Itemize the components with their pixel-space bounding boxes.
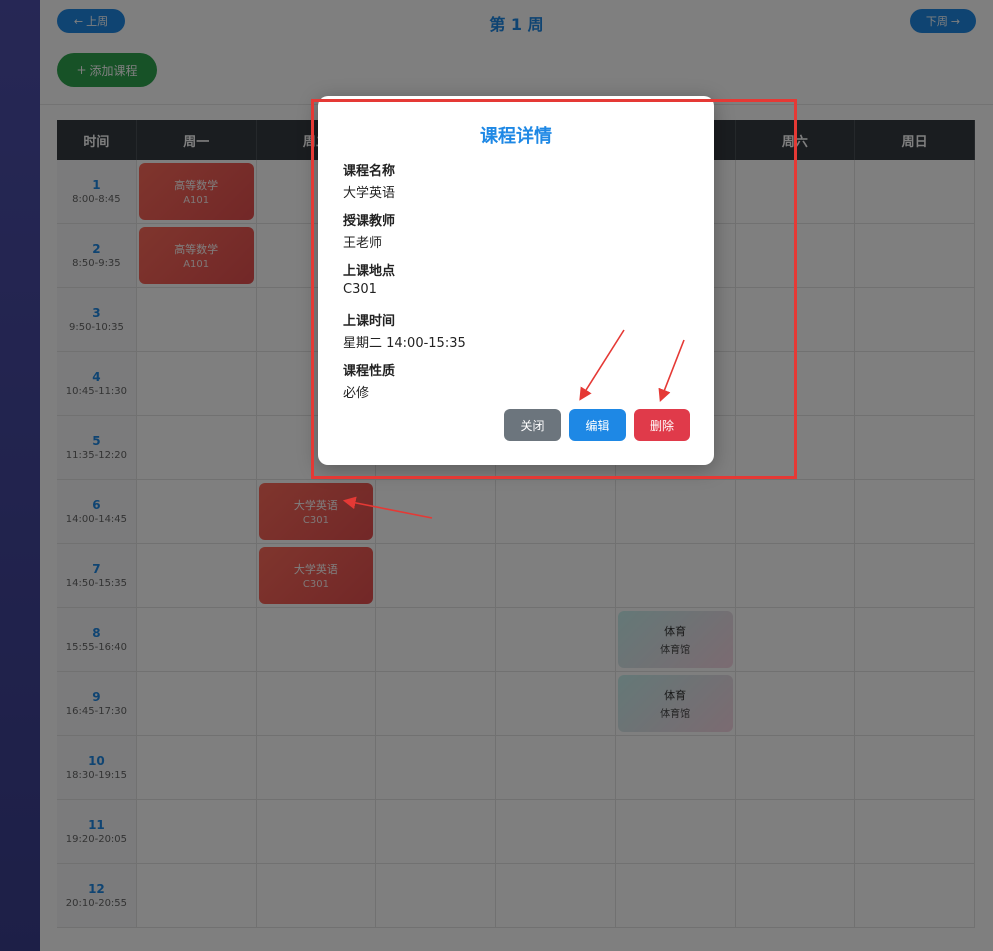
time-label: 上课时间 — [343, 314, 396, 329]
close-button[interactable]: 关闭 — [504, 409, 561, 441]
delete-button[interactable]: 删除 — [634, 409, 690, 441]
edit-button[interactable]: 编辑 — [569, 409, 626, 441]
teacher-value: 王老师 — [343, 236, 383, 251]
time-value: 星期二 14:00-15:35 — [343, 336, 466, 351]
location-label: 上课地点 — [343, 264, 396, 279]
course-type-label: 课程性质 — [343, 364, 396, 379]
location-value: C301 — [343, 282, 377, 297]
modal-title: 课程详情 — [480, 126, 552, 147]
course-detail-modal: 课程详情 课程名称 大学英语 授课教师 王老师 上课地点 C301 上课时间 星… — [318, 96, 714, 465]
course-type-value: 必修 — [343, 386, 370, 401]
course-name-label: 课程名称 — [343, 164, 396, 179]
course-name-value: 大学英语 — [343, 186, 396, 201]
teacher-label: 授课教师 — [343, 214, 396, 229]
